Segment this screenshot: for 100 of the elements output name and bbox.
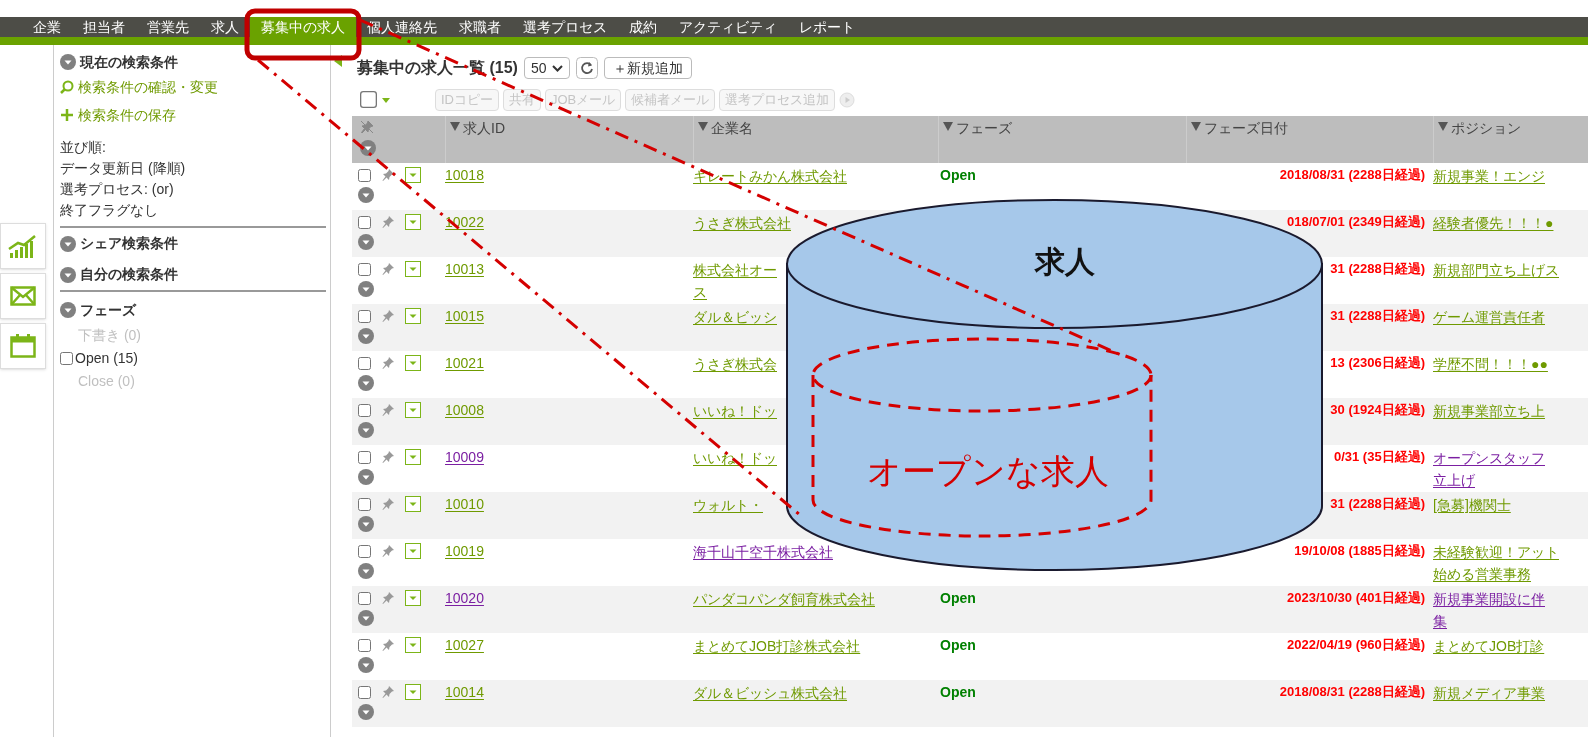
section-title[interactable]: シェア検索条件 — [80, 233, 178, 254]
row-checkbox[interactable] — [358, 168, 371, 182]
expand-icon[interactable] — [358, 516, 374, 532]
nav-tab[interactable]: アクティビティ — [668, 17, 788, 37]
collapse-icon[interactable] — [60, 266, 76, 283]
row-menu-button[interactable] — [405, 637, 421, 653]
pin-icon[interactable] — [381, 262, 395, 276]
nav-tab[interactable]: 選考プロセス — [512, 17, 618, 37]
nav-tab[interactable]: 募集中の求人 — [250, 17, 356, 37]
pin-icon[interactable] — [381, 544, 395, 558]
caret-icon[interactable] — [381, 95, 391, 104]
row-checkbox[interactable] — [358, 450, 371, 464]
job-id-link[interactable]: 10019 — [445, 543, 484, 559]
job-id-link[interactable]: 10009 — [445, 449, 484, 465]
job-id-link[interactable]: 10010 — [445, 496, 484, 512]
company-link[interactable]: ダル＆ビッシ — [693, 306, 777, 328]
nav-tab[interactable]: 成約 — [618, 17, 668, 37]
sort-icon[interactable] — [943, 122, 953, 131]
company-link[interactable]: うさぎ株式会 — [693, 353, 777, 375]
position-link[interactable]: ゲーム運営責任者 — [1433, 306, 1545, 328]
row-menu-button[interactable] — [405, 214, 421, 230]
row-menu-button[interactable] — [405, 355, 421, 371]
row-checkbox[interactable] — [358, 638, 371, 652]
column-header[interactable]: フェーズ日付 — [1204, 118, 1288, 139]
position-link[interactable]: 新規事業！エンジ — [1433, 165, 1545, 187]
section-title[interactable]: 自分の検索条件 — [80, 264, 178, 285]
pin-icon[interactable] — [381, 497, 395, 511]
sidebar-link[interactable]: 検索条件の保存 — [60, 101, 326, 129]
expand-icon[interactable] — [358, 234, 374, 250]
row-menu-button[interactable] — [405, 167, 421, 183]
column-header[interactable]: 企業名 — [711, 118, 753, 139]
collapse-icon[interactable] — [60, 54, 76, 70]
position-link[interactable]: 新規メディア事業 — [1433, 682, 1545, 704]
pin-icon[interactable] — [381, 168, 395, 182]
column-header[interactable]: ポジション — [1451, 118, 1521, 139]
row-menu-button[interactable] — [405, 261, 421, 277]
row-menu-button[interactable] — [405, 496, 421, 512]
job-id-link[interactable]: 10015 — [445, 308, 484, 324]
row-menu-button[interactable] — [405, 590, 421, 606]
expand-icon[interactable] — [358, 375, 374, 391]
collapse-icon[interactable] — [60, 235, 76, 252]
calendar-tool-button[interactable] — [0, 323, 46, 369]
company-link[interactable]: いいね！ドッ — [693, 400, 777, 422]
section-title[interactable]: フェーズ — [80, 299, 136, 321]
row-checkbox[interactable] — [358, 403, 371, 417]
sort-icon[interactable] — [698, 122, 708, 131]
company-link[interactable]: まとめてJOB打診株式会社 — [693, 635, 861, 657]
position-link[interactable]: 新規部門立ち上げス — [1433, 259, 1559, 281]
job-id-link[interactable]: 10018 — [445, 167, 484, 183]
pin-icon[interactable] — [381, 638, 395, 652]
phase-checkbox[interactable] — [60, 352, 73, 365]
row-checkbox[interactable] — [358, 215, 371, 229]
row-checkbox[interactable] — [358, 591, 371, 605]
row-menu-button[interactable] — [405, 543, 421, 559]
row-checkbox[interactable] — [358, 544, 371, 558]
row-checkbox[interactable] — [358, 497, 371, 511]
row-checkbox[interactable] — [358, 685, 371, 699]
row-checkbox[interactable] — [358, 309, 371, 323]
pin-icon[interactable] — [381, 356, 395, 370]
expand-icon[interactable] — [358, 563, 374, 579]
collapse-icon[interactable] — [60, 302, 76, 318]
pin-icon[interactable] — [381, 591, 395, 605]
select-all-checkbox[interactable] — [360, 91, 377, 108]
collapse-arrow-icon[interactable] — [334, 55, 342, 67]
row-menu-button[interactable] — [405, 684, 421, 700]
position-link[interactable]: 未経験歓迎！アット 始める営業事務 — [1433, 541, 1559, 585]
sidebar-link[interactable]: 検索条件の確認・変更 — [60, 73, 326, 101]
column-header[interactable]: フェーズ — [956, 118, 1012, 139]
nav-tab[interactable]: 企業 — [22, 17, 72, 37]
nav-tab[interactable]: レポート — [788, 17, 866, 37]
expand-icon[interactable] — [358, 422, 374, 438]
page-size-select[interactable]: 50 — [523, 57, 571, 79]
pin-icon[interactable] — [381, 685, 395, 699]
expand-icon[interactable] — [358, 469, 374, 485]
job-id-link[interactable]: 10014 — [445, 684, 484, 700]
pin-icon[interactable] — [381, 309, 395, 323]
sort-icon[interactable] — [1438, 122, 1448, 131]
company-link[interactable]: 株式会社オー ス — [693, 259, 777, 303]
job-id-link[interactable]: 10021 — [445, 355, 484, 371]
column-header[interactable]: 求人ID — [463, 118, 505, 139]
row-menu-button[interactable] — [405, 449, 421, 465]
company-link[interactable]: ウォルト・ — [693, 494, 763, 516]
nav-tab[interactable]: 求職者 — [448, 17, 512, 37]
pin-icon[interactable] — [381, 403, 395, 417]
company-link[interactable]: ダル＆ビッシュ株式会社 — [693, 682, 847, 704]
chart-tool-button[interactable] — [0, 223, 46, 269]
row-checkbox[interactable] — [358, 262, 371, 276]
row-menu-button[interactable] — [405, 308, 421, 324]
pin-icon[interactable] — [381, 450, 395, 464]
job-id-link[interactable]: 10020 — [445, 590, 484, 606]
expand-icon[interactable] — [358, 657, 374, 673]
position-link[interactable]: 新規事業開設に伴 集 — [1433, 588, 1545, 632]
expand-icon[interactable] — [358, 187, 374, 203]
position-link[interactable]: 学歴不問！！！●● — [1433, 353, 1548, 375]
expand-icon[interactable] — [358, 281, 374, 297]
position-link[interactable]: まとめてJOB打診 — [1433, 635, 1545, 657]
position-link[interactable]: 経験者優先！！！● — [1433, 212, 1554, 234]
expand-icon[interactable] — [358, 704, 374, 720]
mail-tool-button[interactable] — [0, 273, 46, 319]
sort-icon[interactable] — [450, 122, 460, 131]
